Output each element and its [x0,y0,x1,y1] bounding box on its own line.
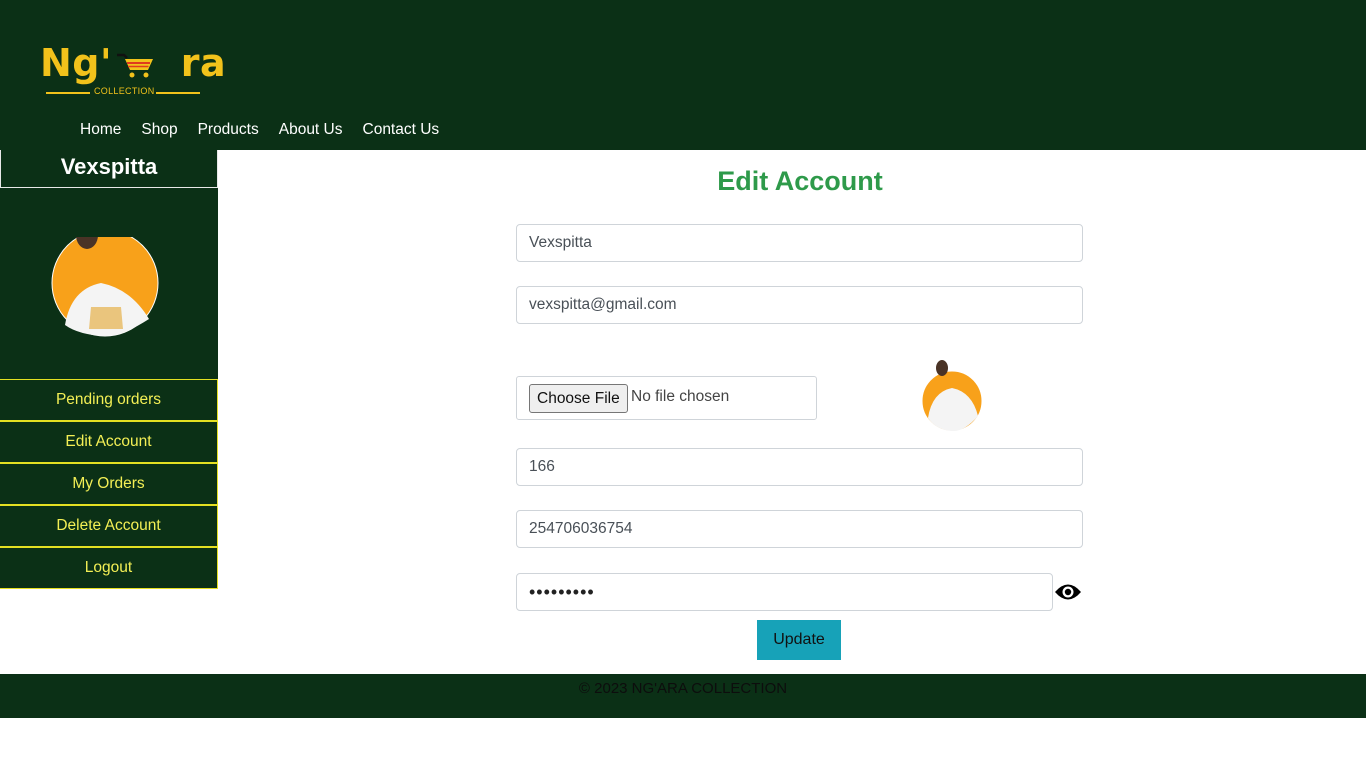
logo-collection: COLLECTION [46,86,200,98]
sidebar-item-my-orders[interactable]: My Orders [0,463,218,505]
logo-subtext: COLLECTION [94,86,155,96]
cart-icon [117,53,153,78]
password-field[interactable]: ••••••••• [516,573,1053,611]
site-footer: © 2023 NG'ARA COLLECTION [0,674,1366,718]
profile-image-input: Choose File No file chosen [516,376,817,420]
sidebar-item-logout[interactable]: Logout [0,547,218,589]
footer-copyright: © 2023 NG'ARA COLLECTION [578,680,788,697]
page-title: Edit Account [717,166,883,196]
brand-logo[interactable]: Ng' ra COLLECTION [38,40,226,102]
nav-shop[interactable]: Shop [141,120,177,140]
username-field[interactable]: Vexspitta [516,224,1083,262]
nav-products[interactable]: Products [198,120,259,140]
profile-image-preview [921,360,983,432]
nav-home[interactable]: Home [80,120,121,140]
sidebar-username: Vexspitta [0,150,218,188]
phone-field[interactable]: 254706036754 [516,510,1083,548]
main-nav: Home Shop Products About Us Contact Us [80,120,459,140]
email-field[interactable]: vexspitta@gmail.com [516,286,1083,324]
password-value: ••••••••• [529,582,595,602]
site-header: Ng' ra COLLECTION Home Shop Products Abo… [0,0,1366,150]
nav-contact-us[interactable]: Contact Us [363,120,440,140]
sidebar-avatar-panel [0,188,218,379]
field-166[interactable]: 166 [516,448,1083,486]
account-sidebar: Vexspitta Pending orders Edit Account My… [0,150,218,589]
sidebar-item-delete-account[interactable]: Delete Account [0,505,218,547]
update-button[interactable]: Update [757,620,841,660]
sidebar-item-edit-account[interactable]: Edit Account [0,421,218,463]
sidebar-menu: Pending orders Edit Account My Orders De… [0,379,218,589]
eye-icon[interactable] [1054,581,1082,603]
choose-file-button[interactable]: Choose File [529,384,628,413]
sidebar-item-pending-orders[interactable]: Pending orders [0,379,218,421]
file-status: No file chosen [631,388,730,405]
nav-about-us[interactable]: About Us [279,120,343,140]
avatar [51,237,159,337]
